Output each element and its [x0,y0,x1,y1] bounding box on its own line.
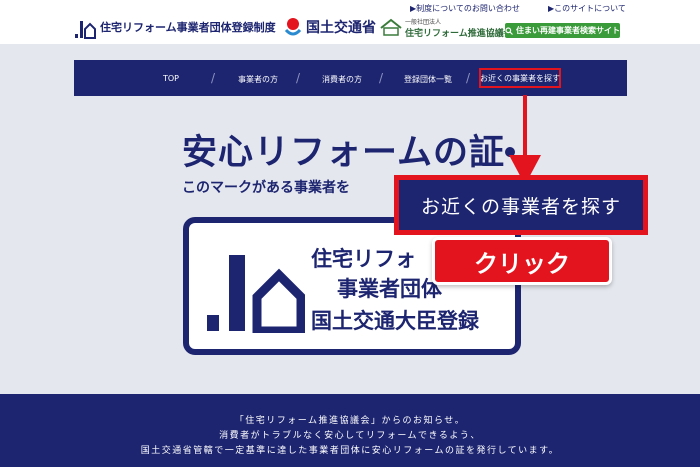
notice-line-3: 国土交通省管轄で一定基準に達した事業者団体に安心リフォームの証を発行しています。 [140,446,560,456]
hero-title: 安心リフォームの証 [182,133,505,173]
association-logo-icon [380,18,402,36]
notice-line-1: 「住宅リフォーム推進協議会」からのお知らせ。 [234,416,466,426]
nav-separator: / [466,71,471,85]
callout-label: お近くの事業者を探す [399,180,643,230]
search-site-button[interactable]: 住まい再建事業者検索サイト [505,23,620,38]
house-logo-icon [207,255,305,333]
about-link[interactable]: ▶このサイトについて [548,3,626,14]
association-subtitle: 一般社団法人 [405,19,442,26]
mlit-name[interactable]: 国土交通省 [306,17,376,37]
search-icon [505,26,513,35]
notice-line-2: 消費者がトラブルなく安心してリフォームできるよう、 [219,431,481,441]
search-site-label: 住まい再建事業者検索サイト [516,26,620,35]
contact-link[interactable]: ▶制度についてのお問い合わせ [410,3,520,14]
notice-band: 「住宅リフォーム推進協議会」からのお知らせ。 消費者がトラブルなく安心してリフォ… [0,394,700,467]
site-header: 住宅リフォーム事業者団体登録制度 国土交通省 一般社団法人 住宅リフォーム推進協… [0,0,700,44]
house-logo-icon[interactable] [74,17,96,39]
nav-consumer[interactable]: 消費者の方 [322,74,362,85]
cert-line-3: 国土交通大臣登録 [311,309,479,333]
cert-line-1: 住宅リフォ [311,247,416,271]
nav-business[interactable]: 事業者の方 [238,74,278,85]
hero-subtitle: このマークがある事業者を [182,180,350,196]
association-name[interactable]: 住宅リフォーム推進協議会 [405,26,513,39]
main-nav: TOP / 事業者の方 / 消費者の方 / 登録団体一覧 / お近くの事業者を探… [74,60,627,96]
nav-separator: / [211,71,216,85]
callout-arrow-icon [509,95,541,185]
site-title[interactable]: 住宅リフォーム事業者団体登録制度 [100,19,276,35]
click-badge: クリック [432,237,612,285]
callout-zoom-box: お近くの事業者を探す [394,175,648,235]
nav-separator: / [296,71,301,85]
nav-separator: / [379,71,384,85]
cert-line-2: 事業者団体 [337,277,442,301]
nav-top[interactable]: TOP [163,74,179,83]
mlit-emblem-icon [284,18,302,36]
nav-find-nearby[interactable]: お近くの事業者を探す [479,68,561,88]
nav-registered-list[interactable]: 登録団体一覧 [404,74,452,85]
